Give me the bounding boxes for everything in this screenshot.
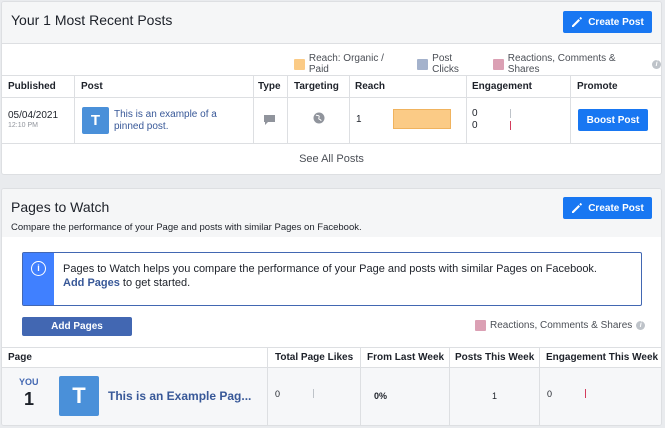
- pages-to-watch-subtitle: Compare the performance of your Page and…: [11, 222, 362, 233]
- col-divider: [253, 75, 254, 143]
- create-post-label-2: Create Post: [588, 202, 644, 214]
- col-reach: Reach: [355, 81, 386, 92]
- col-published: Published: [8, 81, 56, 92]
- legend-swatch-reach: [294, 58, 305, 70]
- post-time: 12:10 PM: [8, 122, 38, 129]
- post-text-link[interactable]: This is an example of a pinned post.: [114, 109, 249, 133]
- col-divider: [287, 75, 288, 143]
- recent-posts-card: Your 1 Most Recent Posts Create Post Rea…: [1, 1, 662, 175]
- post-date: 05/04/2021: [8, 110, 59, 121]
- from-last-week-value: 0%: [374, 391, 388, 401]
- engagement-reactions: 0: [472, 120, 478, 131]
- page-avatar: T: [59, 376, 99, 416]
- post-avatar: T: [82, 107, 109, 134]
- col-engagement-this-week: Engagement This Week: [546, 352, 659, 363]
- col-from-last-week: From Last Week: [367, 352, 445, 363]
- total-likes-value: 0: [275, 389, 281, 399]
- col-engagement: Engagement: [472, 81, 533, 92]
- see-all-posts-link[interactable]: See All Posts: [2, 153, 661, 165]
- col-page: Page: [8, 352, 32, 363]
- posts-this-week-value: 1: [492, 391, 498, 401]
- pencil-icon: [572, 17, 583, 27]
- col-divider: [349, 75, 350, 143]
- col-type: Type: [258, 81, 281, 92]
- legend-swatch-reactions-2: [475, 320, 486, 331]
- create-post-button-2[interactable]: Create Post: [563, 197, 652, 219]
- add-pages-button[interactable]: Add Pages: [22, 317, 132, 336]
- create-post-button[interactable]: Create Post: [563, 11, 652, 33]
- create-post-label: Create Post: [588, 16, 644, 28]
- legend-reach: Reach: Organic / Paid: [308, 53, 384, 75]
- col-total-page-likes: Total Page Likes: [275, 352, 354, 363]
- col-divider: [267, 347, 268, 425]
- clicks-bar: [510, 109, 511, 118]
- info-suffix: to get started.: [119, 277, 191, 289]
- divider: [2, 75, 661, 76]
- page-name-link[interactable]: This is an Example Pag...: [108, 389, 251, 403]
- legend-reactions-2: Reactions, Comments & Shares: [490, 320, 633, 331]
- pages-to-watch-title: Pages to Watch: [11, 199, 110, 215]
- posts-legend: Reach: Organic / Paid Post Clicks Reacti…: [294, 53, 661, 75]
- status-type-icon: [264, 115, 275, 125]
- globe-icon: [313, 112, 325, 124]
- col-divider: [466, 75, 467, 143]
- likes-bar: [313, 389, 314, 398]
- col-divider: [74, 75, 75, 143]
- your-page-row: [2, 368, 661, 425]
- col-post: Post: [81, 81, 103, 92]
- reactions-bar: [510, 121, 511, 130]
- recent-posts-title: Your 1 Most Recent Posts: [11, 12, 173, 28]
- divider: [2, 347, 661, 348]
- pencil-icon: [572, 203, 583, 213]
- info-text: Pages to Watch helps you compare the per…: [63, 262, 633, 290]
- pages-to-watch-card: Pages to Watch Compare the performance o…: [1, 188, 662, 426]
- col-divider: [570, 75, 571, 143]
- legend-clicks: Post Clicks: [432, 53, 459, 75]
- legend-swatch-reactions: [492, 58, 504, 70]
- info-box: i Pages to Watch helps you compare the p…: [22, 252, 642, 306]
- info-message: Pages to Watch helps you compare the per…: [63, 263, 597, 275]
- engagement-clicks: 0: [472, 108, 478, 119]
- boost-post-button[interactable]: Boost Post: [578, 109, 648, 131]
- engagement-bar: [585, 389, 586, 398]
- engagement-value: 0: [547, 389, 553, 399]
- reach-bar: [393, 109, 451, 129]
- reach-value: 1: [356, 114, 362, 125]
- info-icon-2[interactable]: i: [636, 321, 646, 330]
- info-icon[interactable]: i: [652, 59, 661, 69]
- col-divider: [449, 347, 450, 425]
- legend-reactions: Reactions, Comments & Shares: [507, 53, 616, 75]
- add-pages-link[interactable]: Add Pages: [63, 277, 120, 289]
- col-targeting: Targeting: [294, 81, 339, 92]
- rank-number: 1: [24, 389, 35, 409]
- info-circle-icon: i: [31, 261, 46, 276]
- col-divider: [360, 347, 361, 425]
- col-divider: [539, 347, 540, 425]
- legend-swatch-clicks: [417, 58, 429, 70]
- you-label: YOU: [19, 377, 39, 387]
- pages-legend: Reactions, Comments & Shares i: [475, 320, 646, 331]
- divider: [2, 143, 661, 144]
- divider: [2, 97, 661, 98]
- col-posts-this-week: Posts This Week: [455, 352, 535, 363]
- col-promote: Promote: [577, 81, 618, 92]
